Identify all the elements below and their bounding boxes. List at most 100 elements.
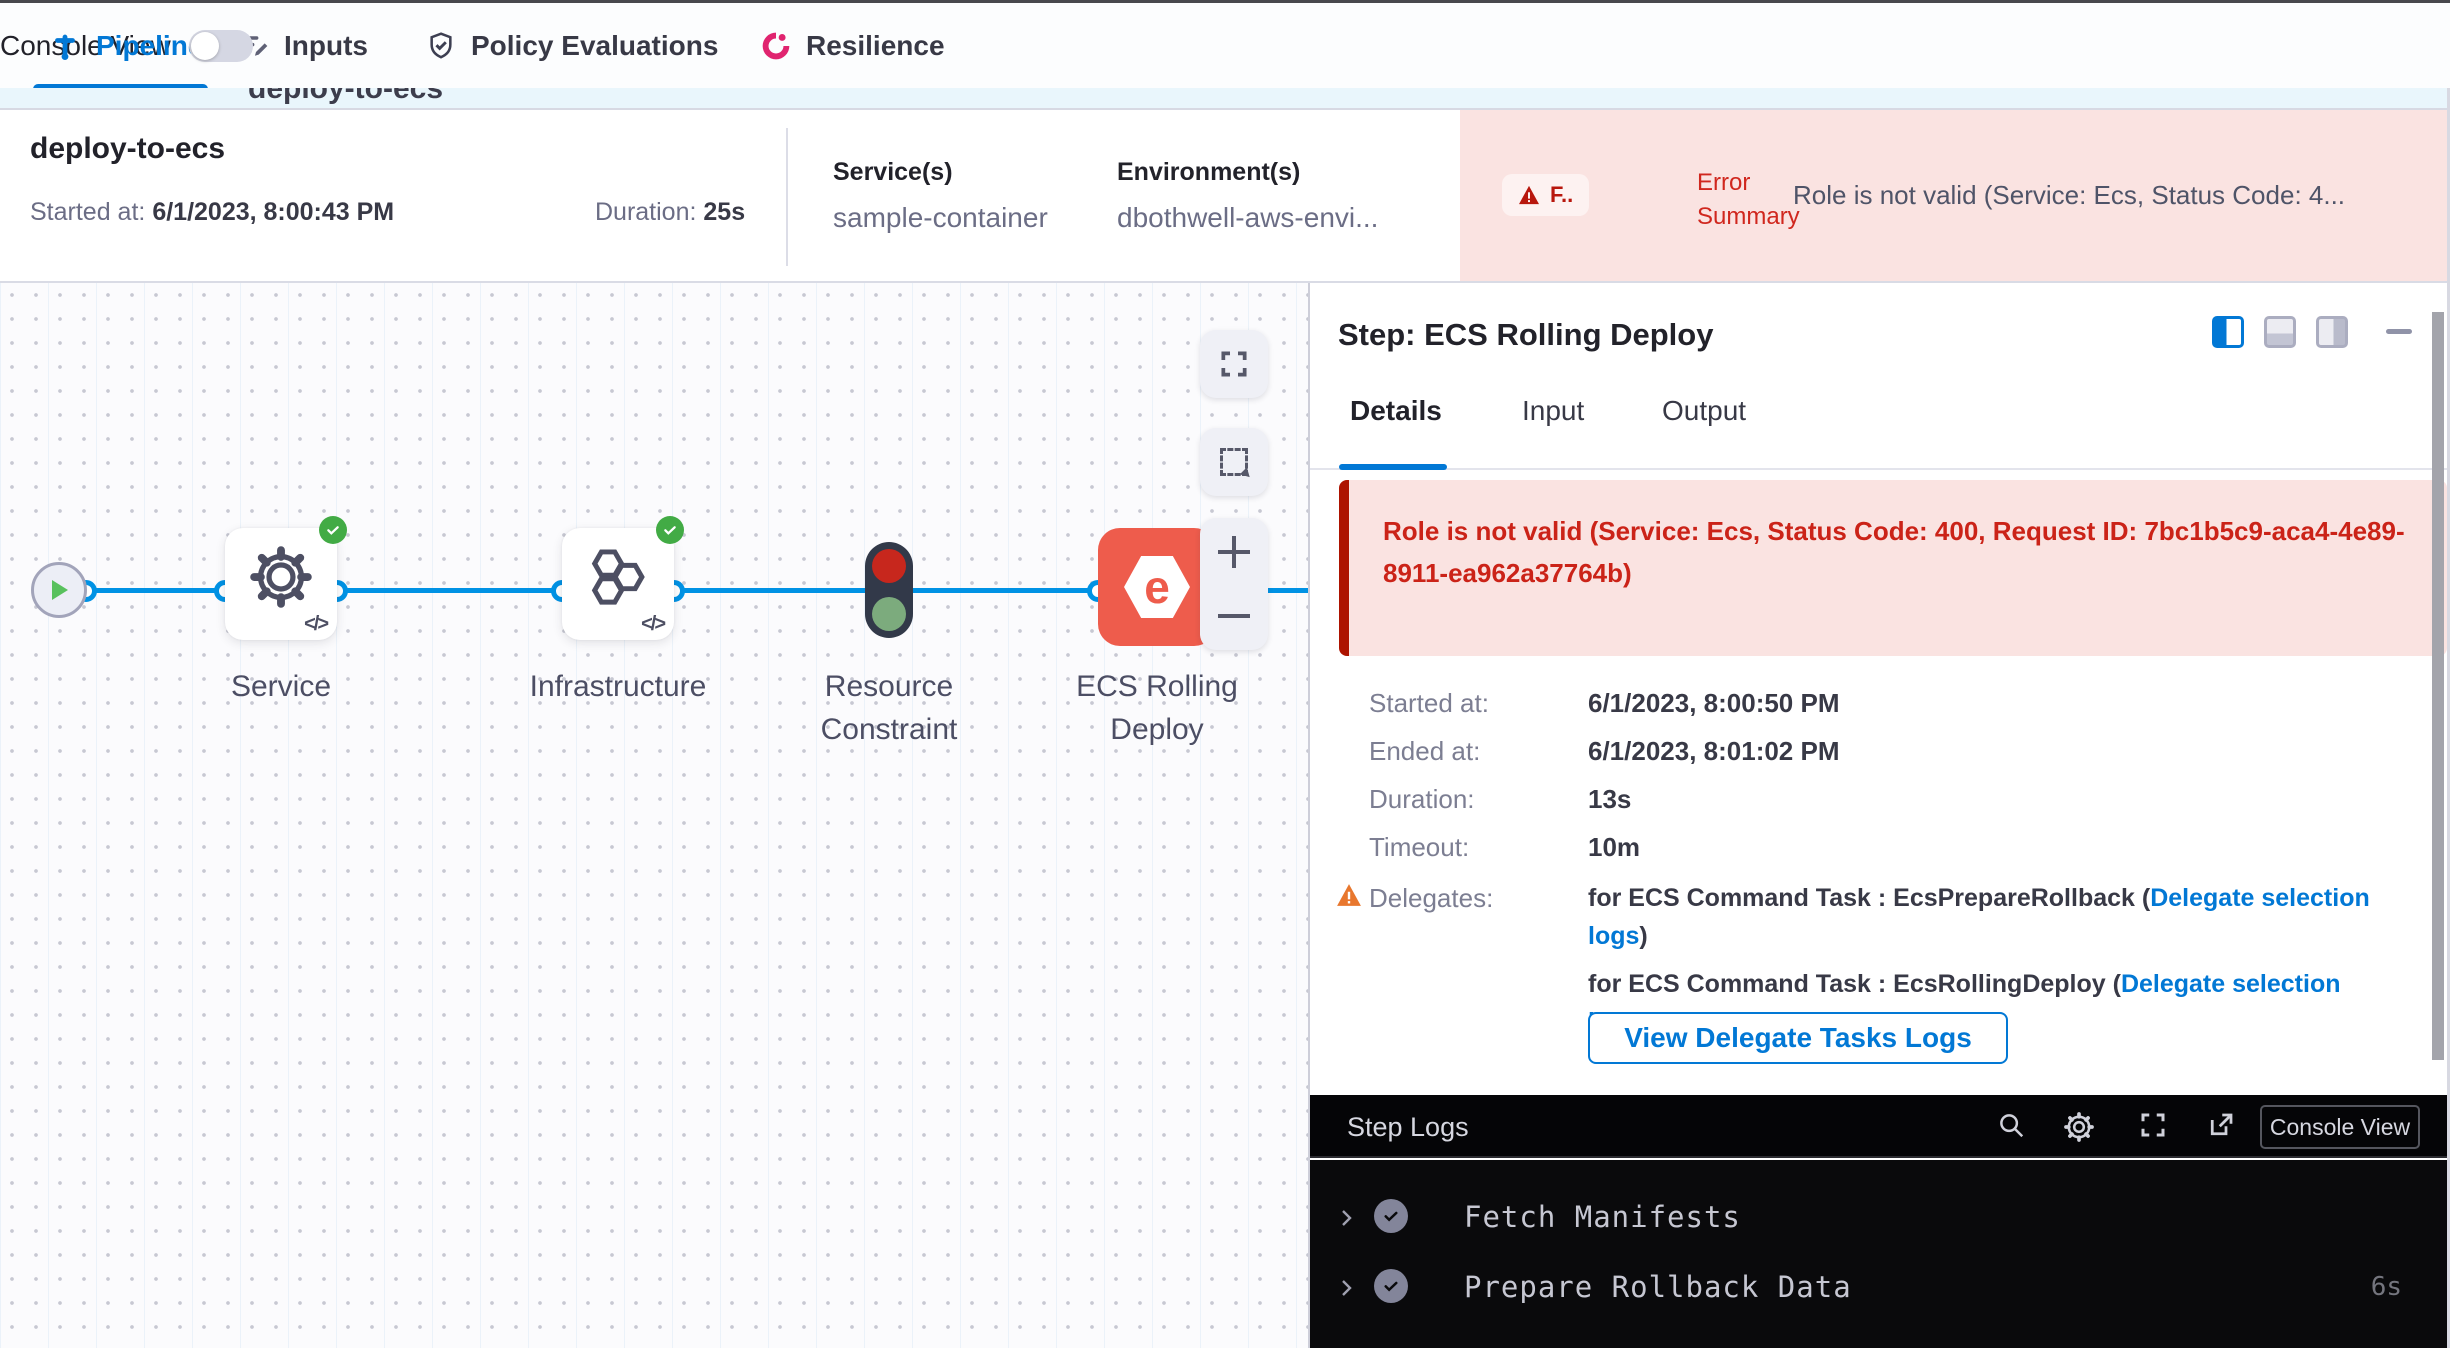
template-code-icon: </> xyxy=(641,613,664,636)
started-at-value: 6/1/2023, 8:00:43 PM xyxy=(152,198,394,226)
failed-badge-text: F.. xyxy=(1550,182,1573,208)
environments-label: Environment(s) xyxy=(1117,158,1300,187)
tab-pipeline-label: Pipeline xyxy=(96,30,203,62)
scrolled-content-strip: deploy-to-ecs xyxy=(0,88,2450,110)
step-logs-body: Fetch Manifests Prepare Rollback Data 6s xyxy=(1310,1160,2450,1348)
execution-header: deploy-to-ecs Started at: 6/1/2023, 8:00… xyxy=(0,110,2450,283)
service-gear-icon xyxy=(246,542,316,612)
tab-policy-evaluations-label: Policy Evaluations xyxy=(471,30,718,62)
template-code-icon: </> xyxy=(304,613,327,636)
step-logs-header: Step Logs Console View xyxy=(1310,1095,2450,1158)
detail-timeout-label: Timeout: xyxy=(1369,832,1469,863)
environments-value[interactable]: dbothwell-aws-envi... xyxy=(1117,202,1378,234)
started-at-label: Started at: xyxy=(30,198,145,226)
node-infrastructure[interactable]: </> xyxy=(562,528,674,640)
tab-inputs[interactable]: Inputs xyxy=(238,3,368,88)
delegate-1-text: for ECS Command Task : EcsPrepareRollbac… xyxy=(1588,884,2150,912)
warning-triangle-icon xyxy=(1518,185,1540,205)
detail-ended-label: Ended at: xyxy=(1369,736,1480,767)
tab-pipeline[interactable]: Pipeline xyxy=(48,3,203,88)
chevron-right-icon xyxy=(1334,1206,1358,1230)
tab-output[interactable]: Output xyxy=(1662,395,1746,427)
layout-split-panel-icon[interactable] xyxy=(2316,316,2348,348)
tab-inputs-label: Inputs xyxy=(284,30,368,62)
tab-policy-evaluations[interactable]: Policy Evaluations xyxy=(425,3,718,88)
step-error-banner: Role is not valid (Service: Ecs, Status … xyxy=(1339,480,2447,656)
delegate-2-text: for ECS Command Task : EcsRollingDeploy … xyxy=(1588,970,2121,998)
services-label: Service(s) xyxy=(833,158,953,187)
detail-started-label: Started at: xyxy=(1369,688,1489,719)
detail-duration-value: 13s xyxy=(1588,784,1631,815)
detail-timeout-value: 10m xyxy=(1588,832,1640,863)
canvas-fullscreen-button[interactable] xyxy=(1200,330,1268,398)
node-service[interactable]: </> xyxy=(225,528,337,640)
pipeline-execution-page: Pipeline Inputs Policy Evaluations Resil… xyxy=(0,0,2450,1348)
toggle-knob xyxy=(191,32,219,60)
log-step-success-icon xyxy=(1374,1199,1408,1233)
pipeline-start-node[interactable] xyxy=(31,562,87,618)
console-view-toggle[interactable] xyxy=(189,30,253,62)
layout-split-bottom-icon[interactable] xyxy=(2264,316,2296,348)
node-ecs-rolling-deploy-label: ECS Rolling Deploy xyxy=(1027,666,1287,751)
node-resource-constraint-label: Resource Constraint xyxy=(759,666,1019,751)
tab-resilience[interactable]: Resilience xyxy=(760,3,945,88)
top-navbar: Pipeline Inputs Policy Evaluations Resil… xyxy=(0,3,2450,88)
detail-duration-label: Duration: xyxy=(1369,784,1475,815)
log-row-fetch-manifests[interactable]: Fetch Manifests xyxy=(1310,1190,2450,1250)
traffic-light-green xyxy=(872,597,906,631)
delegates-warning-icon xyxy=(1336,883,1362,907)
traffic-light-red xyxy=(872,549,906,583)
pipeline-name: deploy-to-ecs xyxy=(30,132,225,166)
detail-started-value: 6/1/2023, 8:00:50 PM xyxy=(1588,688,1840,719)
log-step-label: Prepare Rollback Data xyxy=(1464,1270,1852,1304)
node-infrastructure-label: Infrastructure xyxy=(488,666,748,709)
error-summary-panel: F.. Error Summary Role is not valid (Ser… xyxy=(1460,110,2450,281)
log-step-duration: 6s xyxy=(2371,1272,2402,1302)
step-details-panel: Step: ECS Rolling Deploy Details Input O… xyxy=(1308,283,2450,1348)
logs-search-icon[interactable] xyxy=(1996,1110,2026,1145)
canvas-select-button[interactable] xyxy=(1200,428,1268,496)
infrastructure-hexagons-icon xyxy=(583,542,653,612)
logs-fullscreen-icon[interactable] xyxy=(2138,1110,2168,1145)
resilience-chaos-icon xyxy=(760,30,792,62)
duration-value: 25s xyxy=(703,198,745,226)
step-logs-title: Step Logs xyxy=(1347,1112,1469,1143)
edge-start-service xyxy=(86,588,225,593)
failed-status-badge: F.. xyxy=(1502,174,1589,216)
logs-console-view-button[interactable]: Console View xyxy=(2260,1105,2420,1149)
edge-service-infrastructure xyxy=(337,588,562,593)
minimize-panel-button[interactable] xyxy=(2386,329,2412,334)
marquee-selection-icon xyxy=(1220,448,1248,476)
tabs-divider xyxy=(1310,468,2450,470)
logs-open-new-tab-icon[interactable] xyxy=(2206,1110,2236,1145)
check-icon xyxy=(325,522,341,538)
active-details-tab-underline xyxy=(1339,464,1447,470)
scrolled-pipeline-title: deploy-to-ecs xyxy=(248,88,443,106)
delegate-info-1: for ECS Command Task : EcsPrepareRollbac… xyxy=(1588,880,2402,955)
panel-scrollbar[interactable] xyxy=(2432,312,2444,1060)
minus-icon xyxy=(1218,614,1250,618)
tab-input[interactable]: Input xyxy=(1522,395,1584,427)
pipeline-canvas[interactable]: </> Service </> Infrastructure Resource … xyxy=(0,283,1308,1348)
layout-split-right-icon[interactable] xyxy=(2212,316,2244,348)
shield-check-icon xyxy=(425,30,457,62)
edge-constraint-ecs xyxy=(913,588,1098,593)
node-resource-constraint[interactable] xyxy=(865,542,913,638)
play-icon xyxy=(48,578,70,602)
log-row-prepare-rollback-data[interactable]: Prepare Rollback Data 6s xyxy=(1310,1260,2450,1320)
services-value[interactable]: sample-container xyxy=(833,202,1048,234)
infrastructure-success-badge xyxy=(656,516,684,544)
step-panel-title: Step: ECS Rolling Deploy xyxy=(1338,317,1713,353)
logs-settings-icon[interactable] xyxy=(2062,1110,2096,1149)
step-error-message: Role is not valid (Service: Ecs, Status … xyxy=(1383,510,2423,594)
tab-details[interactable]: Details xyxy=(1350,395,1442,427)
header-divider xyxy=(786,128,788,266)
delegate-1-close: ) xyxy=(1639,922,1647,950)
node-ecs-rolling-deploy[interactable]: e xyxy=(1098,528,1216,646)
error-summary-text: Role is not valid (Service: Ecs, Status … xyxy=(1793,180,2443,211)
view-delegate-tasks-logs-button[interactable]: View Delegate Tasks Logs xyxy=(1588,1012,2008,1064)
log-step-label: Fetch Manifests xyxy=(1464,1200,1741,1234)
chevron-right-icon xyxy=(1334,1276,1358,1300)
ecs-logo-letter: e xyxy=(1144,560,1170,614)
detail-delegates-label: Delegates: xyxy=(1369,883,1493,914)
